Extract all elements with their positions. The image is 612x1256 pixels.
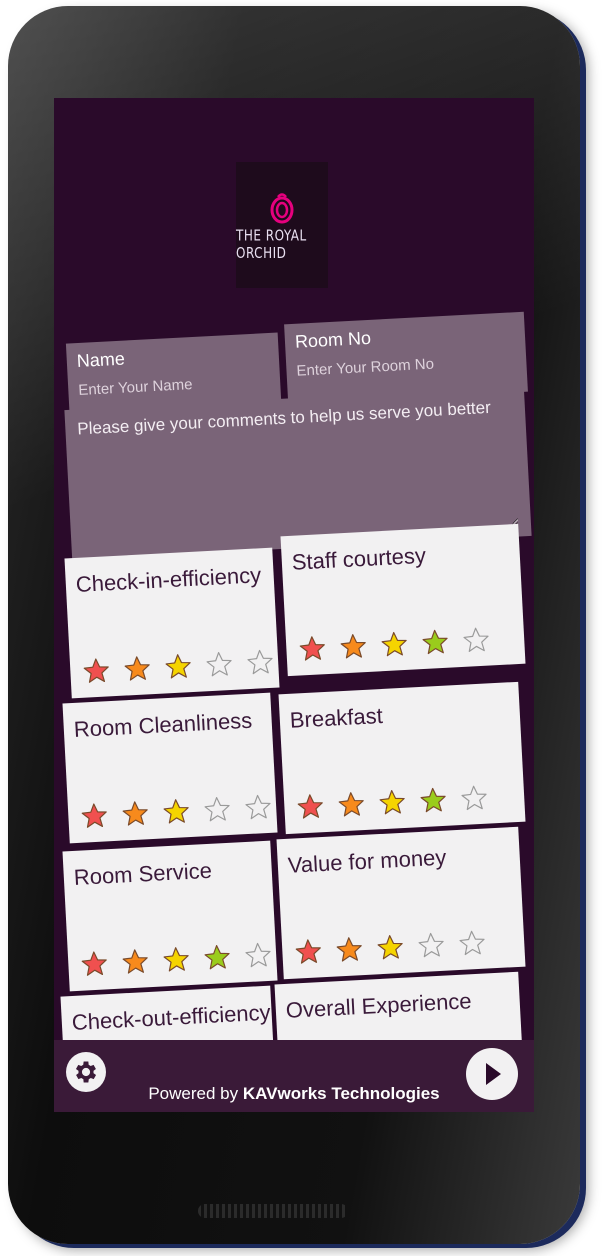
gear-icon <box>75 1061 97 1083</box>
room-input[interactable] <box>296 351 517 380</box>
rating-title: Check-out-efficiency <box>71 999 272 1036</box>
orchid-logo-icon <box>270 193 294 224</box>
screen: THE ROYAL ORCHID Name Room No Check-in-e… <box>54 98 534 1112</box>
rating-card: Staff courtesy <box>280 523 526 677</box>
rating-title: Value for money <box>287 844 447 878</box>
star-filled-icon[interactable] <box>376 933 405 962</box>
star-empty-icon[interactable] <box>457 929 486 958</box>
star-filled-icon[interactable] <box>121 799 150 828</box>
rating-card: Breakfast <box>278 681 526 835</box>
star-empty-icon[interactable] <box>243 793 272 822</box>
rating-title: Staff courtesy <box>291 542 427 575</box>
star-filled-icon[interactable] <box>80 949 109 978</box>
star-rating <box>296 784 489 822</box>
star-empty-icon[interactable] <box>243 941 272 970</box>
star-filled-icon[interactable] <box>339 632 368 661</box>
star-filled-icon[interactable] <box>80 801 109 830</box>
rating-card: Value for money <box>276 826 526 980</box>
rating-title: Check-in-efficiency <box>75 562 262 597</box>
logo-text: THE ROYAL ORCHID <box>236 226 307 262</box>
powered-company: KAVworks Technologies <box>242 1084 440 1103</box>
rating-card: Room Cleanliness <box>62 692 278 844</box>
star-empty-icon[interactable] <box>459 784 488 813</box>
play-arrow-icon <box>486 1063 501 1085</box>
star-filled-icon[interactable] <box>298 634 327 663</box>
star-filled-icon[interactable] <box>203 943 232 972</box>
star-filled-icon[interactable] <box>121 947 150 976</box>
star-rating <box>82 648 275 686</box>
tablet-frame: THE ROYAL ORCHID Name Room No Check-in-e… <box>8 6 580 1244</box>
room-label: Room No <box>294 327 372 352</box>
rating-title: Room Cleanliness <box>73 707 253 742</box>
star-rating <box>80 793 273 831</box>
star-filled-icon[interactable] <box>378 788 407 817</box>
star-filled-icon[interactable] <box>162 797 191 826</box>
feedback-form: THE ROYAL ORCHID Name Room No Check-in-e… <box>54 98 534 1112</box>
star-filled-icon[interactable] <box>164 652 193 681</box>
star-rating <box>294 929 487 967</box>
name-input[interactable] <box>77 371 271 400</box>
star-filled-icon[interactable] <box>419 786 448 815</box>
star-empty-icon[interactable] <box>203 795 232 824</box>
star-empty-icon[interactable] <box>461 626 490 655</box>
star-filled-icon[interactable] <box>162 945 191 974</box>
bottom-speaker <box>198 1204 348 1218</box>
rating-title: Breakfast <box>289 702 384 733</box>
star-filled-icon[interactable] <box>82 656 111 685</box>
rating-card: Room Service <box>62 840 278 992</box>
star-filled-icon[interactable] <box>380 630 409 659</box>
powered-by-text: Powered by KAVworks Technologies <box>54 1084 534 1104</box>
star-empty-icon[interactable] <box>205 650 234 679</box>
star-filled-icon[interactable] <box>337 790 366 819</box>
powered-prefix: Powered by <box>148 1084 243 1103</box>
next-button[interactable] <box>466 1048 518 1100</box>
star-empty-icon[interactable] <box>245 648 274 677</box>
rating-title: Overall Experience <box>285 988 473 1023</box>
star-filled-icon[interactable] <box>294 937 323 966</box>
star-filled-icon[interactable] <box>296 792 325 821</box>
rating-title: Room Service <box>73 857 213 890</box>
star-filled-icon[interactable] <box>335 935 364 964</box>
hotel-logo: THE ROYAL ORCHID <box>236 162 328 288</box>
rating-card: Check-in-efficiency <box>64 547 280 699</box>
star-filled-icon[interactable] <box>421 628 450 657</box>
star-filled-icon[interactable] <box>123 654 152 683</box>
name-label: Name <box>76 348 126 372</box>
bottom-bar: Powered by KAVworks Technologies <box>54 1040 534 1112</box>
star-rating <box>298 626 491 664</box>
star-empty-icon[interactable] <box>417 931 446 960</box>
star-rating <box>80 941 273 979</box>
